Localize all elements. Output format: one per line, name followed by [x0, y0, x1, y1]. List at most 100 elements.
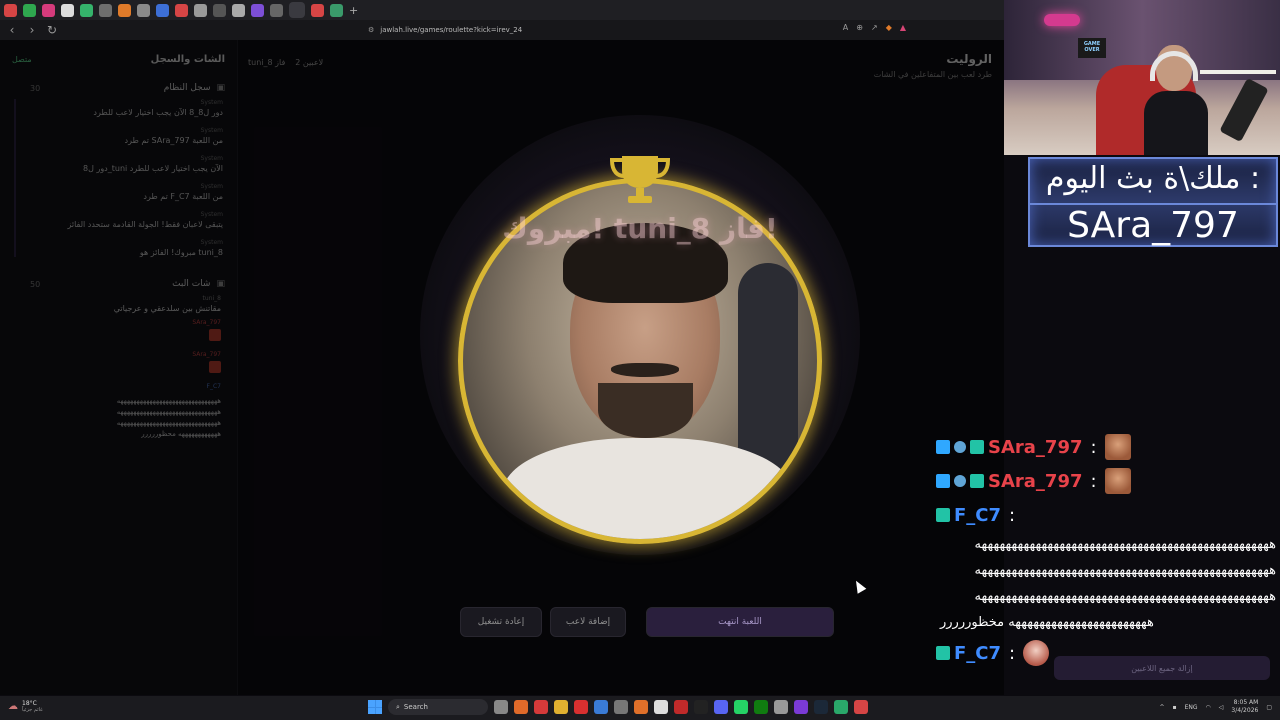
add-player-button[interactable]: إضافة لاعب — [550, 607, 626, 637]
weather-widget[interactable]: ☁ 18°C غائم جزئياً — [8, 700, 43, 713]
log-item: System تم طرد F_C7 من اللعبة — [34, 183, 223, 201]
tab-icon[interactable] — [118, 3, 131, 17]
system-log-header: 30 سجل النظام ▣ — [0, 75, 237, 99]
sidebar-header: متصل الشات والسجل — [0, 40, 237, 75]
system-tray: ^ ▪ ENG ◠ ◁ 8:05 AM 3/4/2026 ▢ — [1159, 699, 1272, 715]
app-icon[interactable] — [834, 700, 848, 714]
tab-icon[interactable] — [311, 3, 324, 17]
tab-icon[interactable] — [80, 3, 93, 17]
forward-icon[interactable]: › — [24, 23, 40, 37]
whatsapp-icon[interactable] — [734, 700, 748, 714]
tab-icon[interactable] — [61, 3, 74, 17]
neon-sign — [1044, 14, 1080, 26]
steam-icon[interactable] — [814, 700, 828, 714]
badge-icon — [970, 474, 984, 488]
colon: : — [1009, 642, 1016, 664]
colon: : — [1090, 436, 1097, 458]
players-info: tuni_8 فاز 2 لاعبين — [248, 58, 323, 67]
translate-icon[interactable]: A — [843, 23, 848, 32]
mail-icon[interactable] — [594, 700, 608, 714]
tab-icon[interactable] — [194, 3, 207, 17]
clock[interactable]: 8:05 AM 3/4/2026 — [1231, 699, 1258, 715]
url-field[interactable]: ⚙ jawlah.live/games/roulette?kick=irev_2… — [368, 23, 908, 37]
tab-icon[interactable] — [213, 3, 226, 17]
badge-icon — [936, 646, 950, 660]
tab-icon[interactable] — [330, 3, 343, 17]
log-item: System مبروك! الفائز هو tuni_8 — [34, 239, 223, 257]
app-icon[interactable] — [534, 700, 548, 714]
streamer-body — [1144, 91, 1208, 155]
start-icon[interactable] — [368, 700, 382, 714]
chat-text: مقاتنش بين سلدعقي و عرجياتي — [113, 304, 221, 313]
restart-button[interactable]: إعادة تشغيل — [460, 607, 542, 637]
tab-icon[interactable] — [23, 3, 36, 17]
notification-icon[interactable]: ▢ — [1266, 704, 1272, 711]
game-over-sign: GAME OVER — [1078, 38, 1106, 58]
chat-user: SAra_797 — [192, 319, 221, 326]
emote-icon — [1023, 640, 1050, 666]
url-text: jawlah.live/games/roulette?kick=irev_24 — [380, 26, 523, 34]
live-chat-count: 50 — [30, 279, 41, 289]
zoom-icon[interactable]: ⊕ — [856, 23, 863, 32]
overlay-chat-line: SAra_797 : — [936, 430, 1280, 464]
tab-icon[interactable] — [42, 3, 55, 17]
game-ended-button[interactable]: اللعبة انتهت — [646, 607, 834, 637]
emote-icon — [209, 361, 221, 373]
volume-icon[interactable]: ◁ — [1219, 704, 1224, 711]
king-of-stream-box: ملك\ة بث اليوم : SAra_797 — [1028, 157, 1278, 247]
app-icon[interactable] — [794, 700, 808, 714]
wifi-icon[interactable]: ◠ — [1206, 704, 1211, 711]
taskbar-apps: ⌕ Search — [368, 699, 868, 715]
tab-active[interactable] — [289, 2, 305, 18]
language-indicator[interactable]: ENG — [1185, 704, 1198, 711]
task-view-icon[interactable] — [494, 700, 508, 714]
tab-icon[interactable] — [175, 3, 188, 17]
address-tools: A ⊕ ↗ ◆ ▲ — [843, 23, 906, 32]
tab-icon[interactable] — [99, 3, 112, 17]
new-tab-icon[interactable]: + — [349, 4, 358, 17]
app-icon[interactable] — [674, 700, 688, 714]
log-meta: System — [200, 127, 223, 134]
brave-shield-icon[interactable]: ◆ — [886, 23, 892, 32]
date: 3/4/2026 — [1231, 707, 1259, 714]
tab-icon[interactable] — [156, 3, 169, 17]
app-icon[interactable] — [854, 700, 868, 714]
chevron-up-icon[interactable]: ^ — [1159, 704, 1164, 711]
winner-mustache — [611, 363, 679, 377]
app-tray-icon[interactable]: ▪ — [1172, 704, 1176, 711]
tab-icon[interactable] — [270, 3, 283, 17]
reload-icon[interactable]: ↻ — [44, 23, 60, 37]
back-icon[interactable]: ‹ — [4, 23, 20, 37]
discord-icon[interactable] — [714, 700, 728, 714]
app-icon[interactable] — [614, 700, 628, 714]
tab-icon[interactable] — [251, 3, 264, 17]
log-meta: System — [200, 155, 223, 162]
weather-icon: ☁ — [8, 701, 18, 712]
app-icon[interactable] — [654, 700, 668, 714]
file-explorer-icon[interactable] — [554, 700, 568, 714]
rewards-icon[interactable]: ▲ — [900, 23, 906, 32]
overlay-chat-line: F_C7 : — [936, 498, 1280, 532]
badge-icon — [936, 474, 950, 488]
settings-icon[interactable] — [774, 700, 788, 714]
tab-icon[interactable] — [232, 3, 245, 17]
trophy-icon — [609, 156, 671, 203]
emote-icon — [1104, 434, 1131, 460]
tab-icon[interactable] — [4, 3, 17, 17]
chat-user: F_C7 — [206, 383, 221, 390]
taskbar-search[interactable]: ⌕ Search — [388, 699, 488, 715]
spam-line: هههههههههههههههههههههههههههههههه — [116, 408, 222, 416]
app-icon[interactable] — [514, 700, 528, 714]
xbox-icon[interactable] — [754, 700, 768, 714]
chat-message: F_C7 — [0, 383, 237, 390]
site-info-icon[interactable]: ⚙ — [368, 26, 374, 34]
overlay-spam-line: هههههههههههههههههههههههههههههههههههههههه… — [974, 563, 1277, 578]
log-text: يتبقى لاعبان فقط! الجولة القادمة ستحدد ا… — [67, 220, 223, 229]
youtube-icon[interactable] — [574, 700, 588, 714]
brave-icon[interactable] — [634, 700, 648, 714]
log-text: مبروك! الفائز هو tuni_8 — [139, 248, 223, 257]
winner-announcement: مبروك! tuni_8 فاز! — [502, 212, 778, 245]
tab-icon[interactable] — [137, 3, 150, 17]
app-icon[interactable] — [694, 700, 708, 714]
share-icon[interactable]: ↗ — [871, 23, 878, 32]
